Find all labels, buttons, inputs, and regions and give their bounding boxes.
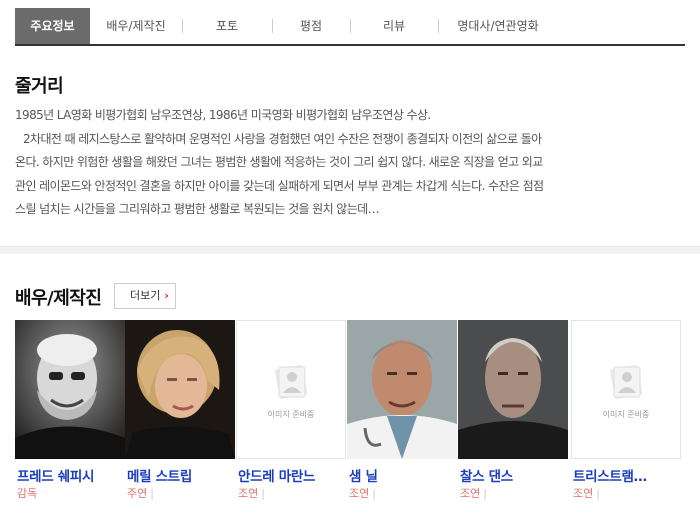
synopsis-line: 온다. 하지만 위험한 생활을 해왔던 그녀는 평범한 생활에 적응하는 것이 … [15,155,543,169]
cast-card[interactable]: 이미지 준비중 안드레 마란느 조연 | [236,320,346,510]
tab-quotes-related[interactable]: 명대사/연관영화 [438,8,558,44]
cast-name-link[interactable]: 찰스 댄스 [460,465,513,485]
tab-photo[interactable]: 포토 [182,8,272,44]
cast-role: 감독 [17,485,37,501]
cast-role: 조연 | [460,487,487,500]
synopsis-line: 스릴 넘치는 시간들을 그리워하고 평범한 생활로 복원되는 것을 원치 않는데… [15,202,380,216]
tab-rating[interactable]: 평점 [272,8,350,44]
cast-role-label: 조연 [573,487,594,500]
cast-photo[interactable] [458,320,568,459]
placeholder-caption: 이미지 준비중 [602,410,650,419]
cast-card[interactable]: 찰스 댄스 조연 | [458,320,568,510]
cast-card[interactable]: 프레드 쉐피시 감독 [15,320,125,510]
cast-role: 조연 | [349,487,376,500]
cast-name-link[interactable]: 트리스트램… [573,465,647,485]
cast-list: 프레드 쉐피시 감독 메릴 스트립 주연 | 이미지 준비중 안드레 마란느 조… [15,320,685,510]
cast-role-label: 조연 [460,487,481,500]
synopsis-line: 2차대전 때 레지스탕스로 활약하며 운명적인 사랑을 경험했던 여인 수잔은 … [23,131,542,146]
cast-section-title: 배우/제작진 [15,288,102,309]
cast-photo-placeholder[interactable]: 이미지 준비중 [571,320,681,459]
cast-photo[interactable] [347,320,457,459]
synopsis-title: 줄거리 [15,76,64,97]
tab-main-info[interactable]: 주요정보 [15,8,90,44]
more-label: 더보기 [130,289,161,302]
image-placeholder-icon [275,365,308,399]
cast-name-link[interactable]: 메릴 스트립 [127,465,192,485]
cast-role-label: 주연 [127,487,148,500]
cast-role-label: 감독 [17,487,38,500]
cast-card[interactable]: 메릴 스트립 주연 | [125,320,235,510]
image-placeholder-icon [610,365,643,399]
cast-role: 조연 | [573,487,600,500]
synopsis-line: 1985년 LA영화 비평가협회 남우조연상, 1986년 미국영화 비평가협회… [15,108,431,122]
cast-photo-placeholder[interactable]: 이미지 준비중 [236,320,346,459]
cast-photo[interactable] [125,320,235,459]
cast-role: 조연 | [238,487,265,500]
cast-name-link[interactable]: 안드레 마란느 [238,465,315,485]
cast-card[interactable]: 샘 닐 조연 | [347,320,457,510]
main-tabs: 주요정보 배우/제작진 포토 평점 리뷰 명대사/연관영화 [15,8,685,46]
tab-review[interactable]: 리뷰 [350,8,438,44]
cast-role: 주연 | [127,487,154,500]
cast-name-link[interactable]: 샘 닐 [349,465,378,485]
section-divider [0,246,700,254]
cast-name-link[interactable]: 프레드 쉐피시 [17,465,94,485]
synopsis-body: 1985년 LA영화 비평가협회 남우조연상, 1986년 미국영화 비평가협회… [15,104,687,222]
cast-photo[interactable] [15,320,125,459]
cast-role-label: 조연 [349,487,370,500]
more-button[interactable]: 더보기 › [114,283,176,309]
synopsis-line: 관인 레이몬드와 안정적인 결혼을 하지만 아이를 갖는데 실패하게 되면서 부… [15,178,544,193]
placeholder-caption: 이미지 준비중 [267,410,315,419]
chevron-right-icon: › [164,289,169,302]
tab-cast-crew[interactable]: 배우/제작진 [90,8,182,44]
cast-role-label: 조연 [238,487,259,500]
cast-card[interactable]: 이미지 준비중 트리스트램… 조연 | [571,320,681,510]
